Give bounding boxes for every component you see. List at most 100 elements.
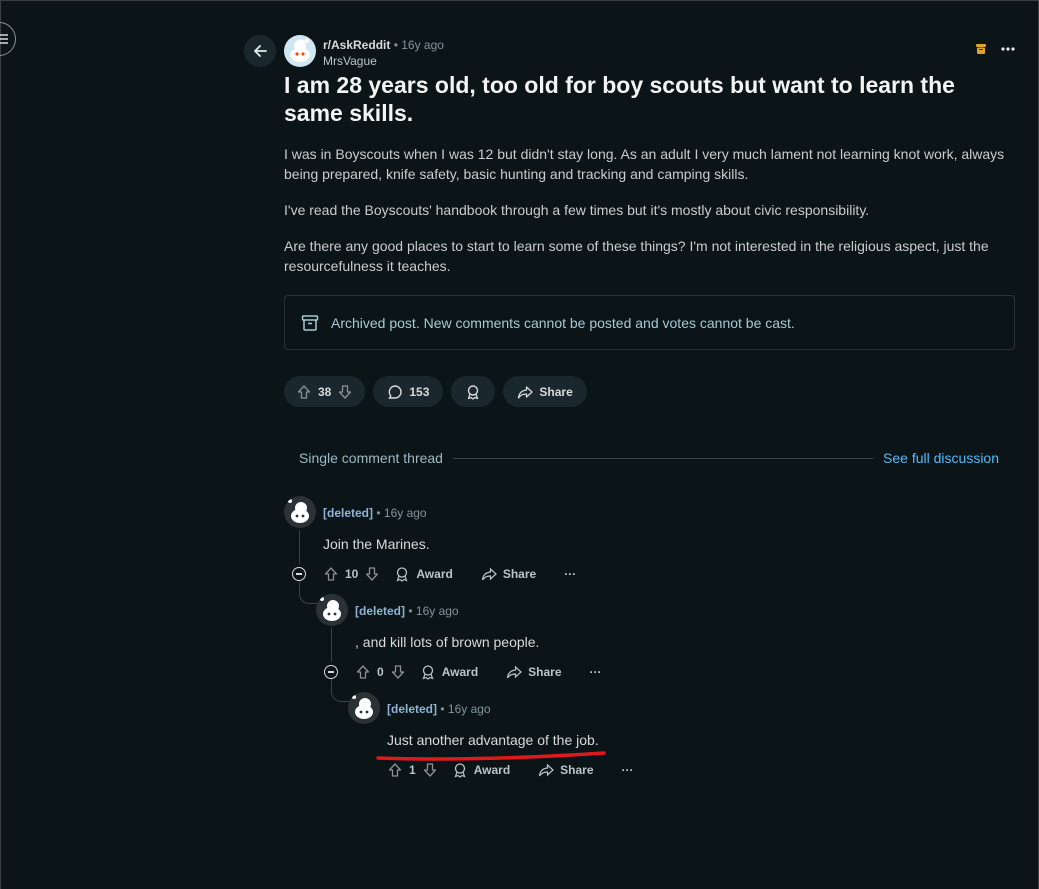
upvote-icon[interactable] (323, 566, 339, 582)
window-frame-top (0, 0, 1039, 1)
award-button[interactable]: Award (394, 566, 453, 582)
thread-connector (299, 581, 318, 604)
post-paragraph: I was in Boyscouts when I was 12 but did… (284, 146, 1005, 182)
arrow-left-icon (252, 43, 268, 59)
avatar[interactable] (348, 692, 380, 724)
share-label: Share (528, 665, 562, 679)
upvote-icon[interactable] (355, 664, 371, 680)
post-meta: r/AskReddit • 16y ago MrsVague (323, 37, 444, 69)
award-button[interactable]: Award (452, 762, 510, 778)
comment-author[interactable]: [deleted] (387, 702, 437, 716)
award-icon (420, 664, 436, 680)
comment-vote-group: 10 (323, 566, 380, 582)
post-top-actions (975, 43, 1015, 55)
share-label: Share (539, 384, 573, 399)
archived-notice-text: Archived post. New comments cannot be po… (331, 314, 795, 331)
avatar[interactable] (284, 496, 316, 528)
more-options-button[interactable]: ··· (590, 665, 602, 679)
comment-meta: [deleted] • 16y ago (355, 604, 459, 618)
award-button[interactable] (451, 376, 496, 407)
comment-text: Just another advantage of the job. (387, 732, 599, 748)
collapse-thread-button[interactable] (292, 567, 306, 581)
meta-separator: • (393, 38, 398, 52)
thread-label: Single comment thread (299, 450, 443, 466)
post-action-bar: 38 153 Share (284, 376, 587, 407)
upvote-icon[interactable] (387, 762, 403, 778)
thread-divider (452, 457, 874, 459)
award-label: Award (416, 567, 453, 581)
share-button[interactable]: Share (503, 376, 587, 407)
comment-actions: 1 Award Share ··· (387, 762, 634, 778)
comment-actions: 0 Award Share ··· (355, 664, 602, 680)
archive-box-icon (301, 314, 319, 332)
archived-notice: Archived post. New comments cannot be po… (284, 295, 1015, 350)
post-author[interactable]: MrsVague (323, 53, 444, 69)
share-label: Share (502, 567, 537, 581)
award-label: Award (473, 763, 511, 777)
comment-meta: [deleted] • 16y ago (323, 506, 427, 520)
menu-button[interactable] (0, 22, 16, 56)
more-options-button[interactable]: ··· (564, 567, 576, 581)
meta-separator: • (376, 506, 381, 520)
comment-vote-group: 1 (387, 762, 438, 778)
share-button[interactable]: Share (506, 664, 562, 680)
comment-vote-count: 10 (345, 567, 359, 581)
more-options-icon[interactable] (1001, 47, 1015, 51)
post-body: I was in Boyscouts when I was 12 but did… (284, 144, 1009, 292)
share-arrow-icon (481, 566, 497, 582)
thread-line[interactable] (299, 530, 300, 564)
thread-line[interactable] (331, 628, 332, 662)
comment-author[interactable]: [deleted] (323, 506, 373, 520)
window-frame-left (0, 0, 1, 889)
share-button[interactable]: Share (481, 566, 536, 582)
comment-text: Join the Marines. (323, 536, 430, 552)
comment-actions: 10 Award Share ··· (323, 566, 576, 582)
see-full-discussion-link[interactable]: See full discussion (883, 450, 999, 466)
back-button[interactable] (244, 35, 276, 67)
hamburger-icon (0, 33, 9, 45)
comment-time: 16y ago (383, 506, 427, 520)
comment-vote-count: 0 (377, 665, 384, 679)
award-icon (394, 566, 410, 582)
downvote-icon[interactable] (390, 664, 406, 680)
share-button[interactable]: Share (538, 762, 594, 778)
comment-vote-group: 0 (355, 664, 406, 680)
upvote-icon[interactable] (296, 384, 312, 400)
comment-author[interactable]: [deleted] (355, 604, 405, 618)
avatar[interactable] (316, 594, 348, 626)
meta-separator: • (408, 604, 413, 618)
comment-text: , and kill lots of brown people. (355, 634, 540, 650)
comment-meta: [deleted] • 16y ago (387, 702, 491, 716)
comment-time: 16y ago (415, 604, 459, 618)
collapse-thread-button[interactable] (324, 665, 338, 679)
comments-button[interactable]: 153 (373, 376, 444, 407)
award-icon (452, 762, 468, 778)
comment-time: 16y ago (447, 702, 491, 716)
comment-bubble-icon (387, 384, 403, 400)
archive-icon (975, 43, 987, 55)
downvote-icon[interactable] (364, 566, 380, 582)
vote-pill: 38 (284, 376, 366, 407)
share-arrow-icon (506, 664, 523, 680)
comment-vote-count: 1 (409, 763, 416, 777)
award-button[interactable]: Award (420, 664, 478, 680)
comments-count: 153 (409, 384, 430, 399)
downvote-icon[interactable] (422, 762, 438, 778)
post-time: 16y ago (401, 38, 444, 52)
downvote-icon[interactable] (337, 384, 353, 400)
thread-connector (331, 679, 350, 702)
award-icon (465, 384, 481, 400)
thread-header: Single comment thread See full discussio… (299, 449, 999, 467)
more-options-button[interactable]: ··· (622, 763, 634, 777)
share-arrow-icon (517, 384, 534, 400)
post-title: I am 28 years old, too old for boy scout… (284, 72, 955, 126)
subreddit-name[interactable]: r/AskReddit (323, 38, 390, 52)
post-paragraph: Are there any good places to start to le… (284, 238, 989, 274)
award-label: Award (441, 665, 479, 679)
post-paragraph: I've read the Boyscouts' handbook throug… (284, 202, 870, 218)
meta-separator: • (440, 702, 445, 716)
share-arrow-icon (538, 762, 555, 778)
vote-count: 38 (318, 384, 332, 399)
share-label: Share (560, 763, 594, 777)
subreddit-avatar[interactable] (284, 35, 316, 67)
